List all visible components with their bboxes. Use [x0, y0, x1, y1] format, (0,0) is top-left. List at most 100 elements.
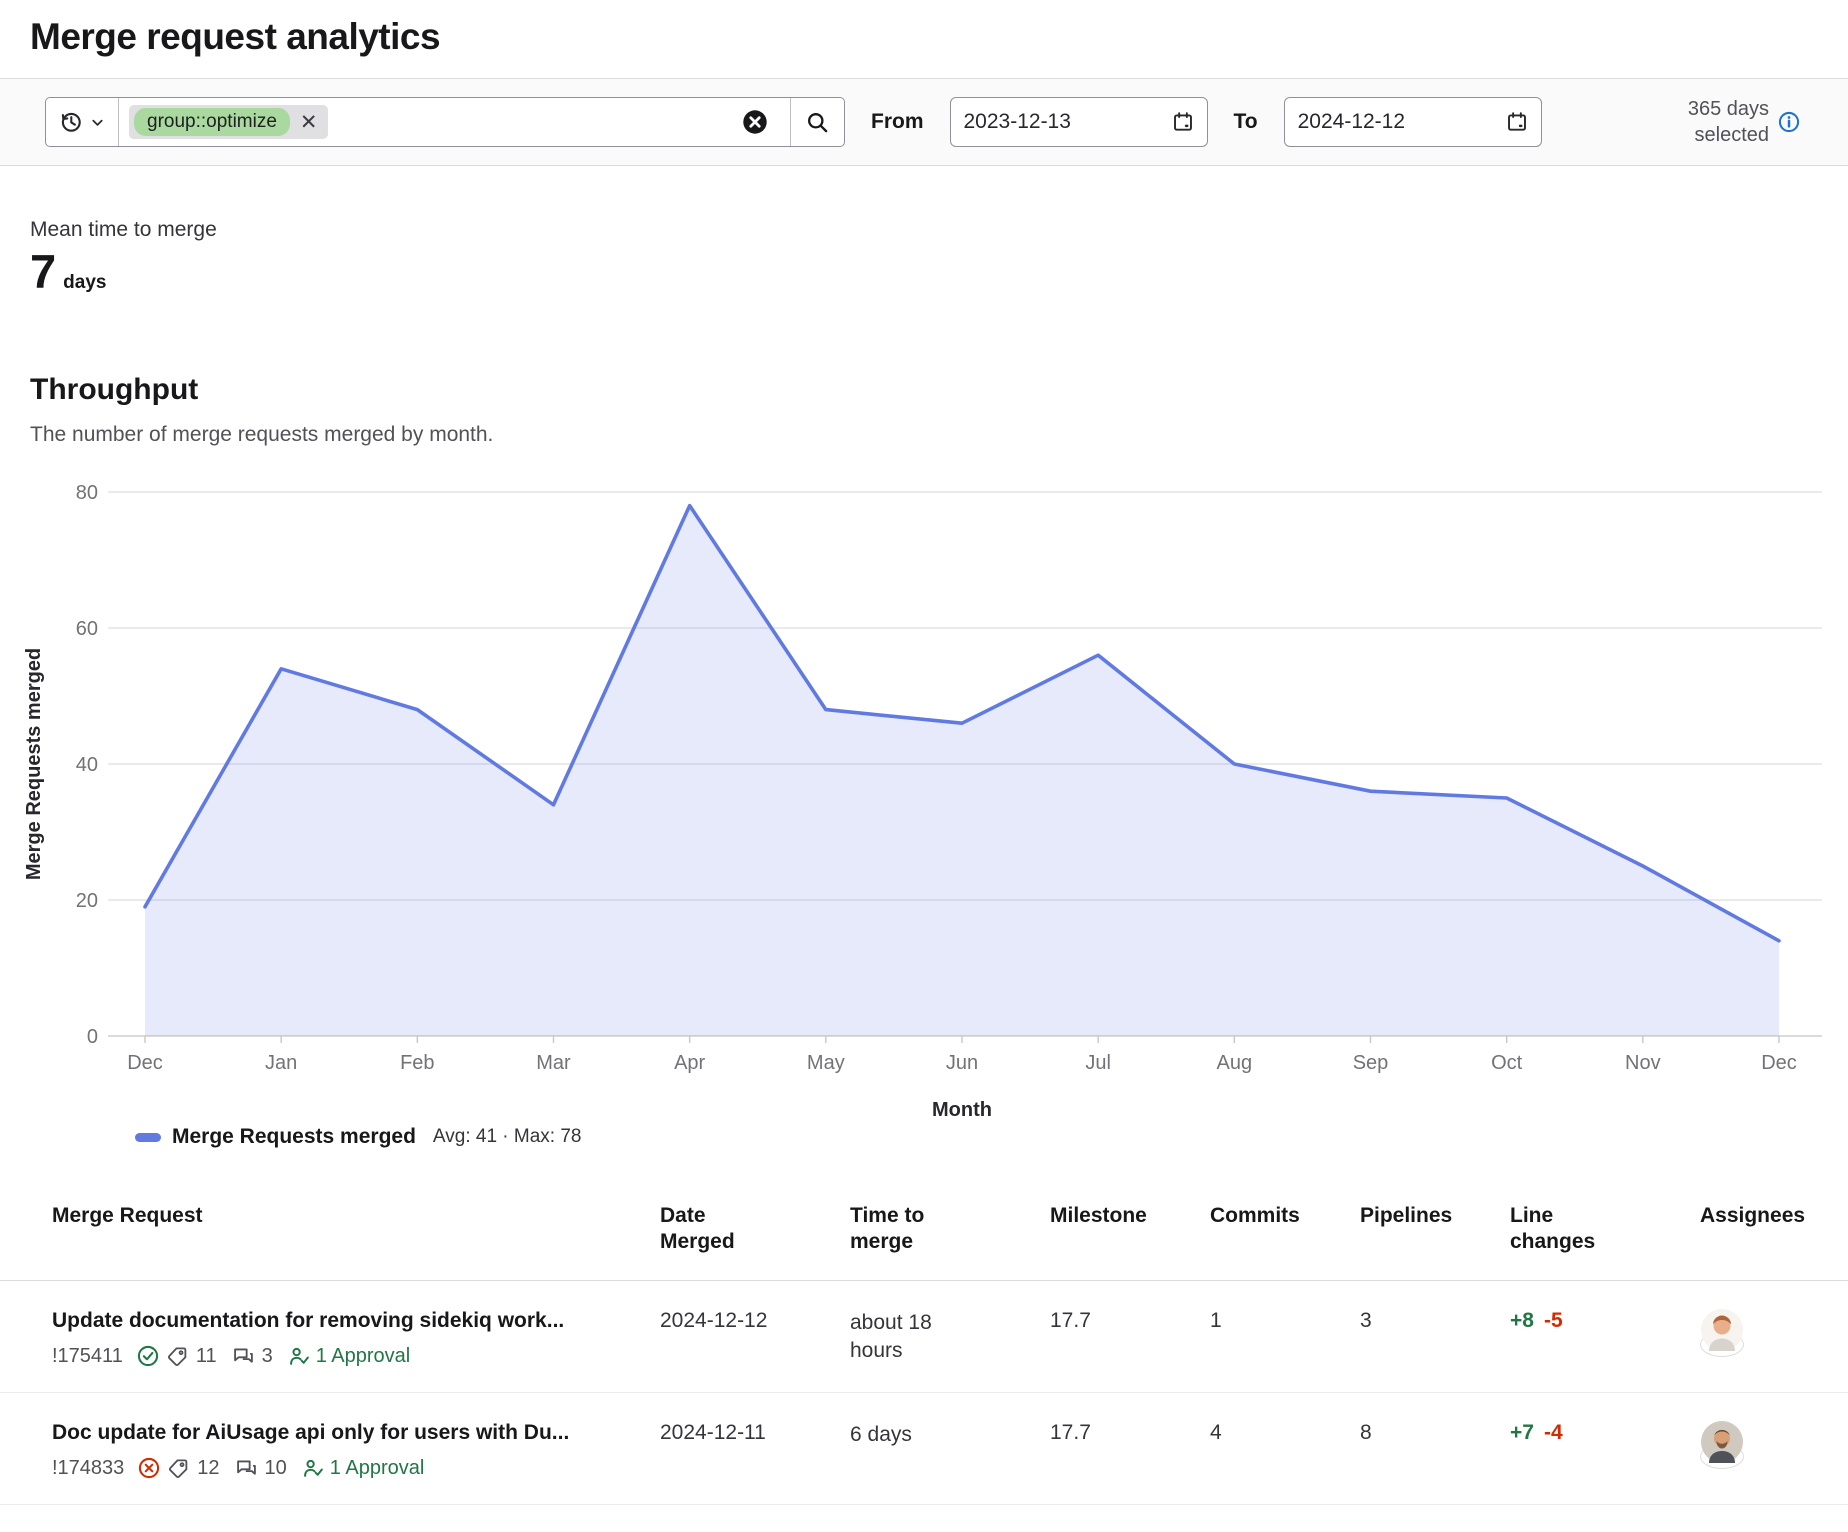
days-selected: 365 days selected	[1659, 96, 1800, 148]
x-tick-label: Oct	[1491, 1052, 1523, 1074]
mr-merged-icon	[137, 1345, 159, 1367]
table-header-row: Merge Request Date Merged Time to merge …	[0, 1189, 1848, 1281]
y-tick-label: 40	[76, 754, 98, 776]
x-tick-label: May	[807, 1052, 845, 1074]
remove-token-icon[interactable]: ✕	[300, 112, 318, 133]
filter-token[interactable]: group::optimize ✕	[129, 105, 328, 139]
labels-count: 12	[197, 1457, 219, 1480]
assignee-avatar[interactable]	[1700, 1332, 1744, 1357]
metric-label: Mean time to merge	[30, 218, 1848, 242]
cell-time-to-merge: about 18 hours	[850, 1309, 965, 1366]
clear-search-button[interactable]	[742, 109, 768, 135]
cell-milestone: 17.7	[1050, 1309, 1210, 1333]
throughput-chart: 806040200DecJanFebMarAprMayJunJulAugSepO…	[0, 461, 1848, 1121]
legend-stats: Avg: 41 · Max: 78	[433, 1126, 582, 1148]
search-icon	[806, 111, 829, 134]
mr-id[interactable]: !175411	[52, 1345, 123, 1368]
x-tick-label: Jan	[265, 1052, 297, 1074]
search-button[interactable]	[790, 98, 844, 146]
cell-date-merged: 2024-12-12	[660, 1309, 850, 1333]
x-tick-label: Jul	[1085, 1052, 1111, 1074]
legend-swatch	[135, 1133, 161, 1142]
additions: +8	[1510, 1309, 1534, 1333]
cell-line-changes: +7 -4	[1510, 1421, 1700, 1445]
x-tick-label: Dec	[127, 1052, 163, 1074]
from-label: From	[871, 110, 924, 134]
page-title: Merge request analytics	[30, 16, 1848, 58]
x-tick-label: Apr	[674, 1052, 705, 1074]
approvals[interactable]: 1 Approval	[289, 1345, 411, 1368]
filter-token-label: group::optimize	[134, 108, 290, 137]
merge-request-table: Merge Request Date Merged Time to merge …	[0, 1189, 1848, 1505]
x-tick-label: Aug	[1217, 1052, 1253, 1074]
throughput-subtitle: The number of merge requests merged by m…	[30, 423, 1848, 447]
history-icon	[59, 110, 83, 134]
mean-time-to-merge-metric: Mean time to merge 7 days	[30, 218, 1848, 299]
info-icon[interactable]	[1778, 111, 1800, 133]
days-selected-text: 365 days selected	[1659, 96, 1769, 148]
label-tag-icon	[167, 1346, 188, 1367]
to-date-value: 2024-12-12	[1298, 110, 1405, 134]
cell-commits: 1	[1210, 1309, 1360, 1333]
cell-date-merged: 2024-12-11	[660, 1421, 850, 1445]
from-date-value: 2023-12-13	[964, 110, 1071, 134]
mr-closed-icon	[138, 1457, 160, 1479]
calendar-icon	[1506, 111, 1528, 133]
label-tag-icon	[168, 1458, 189, 1479]
col-header-merge-request: Merge Request	[52, 1189, 452, 1253]
cell-pipelines: 3	[1360, 1309, 1510, 1333]
legend-series-name: Merge Requests merged	[172, 1125, 416, 1149]
x-tick-label: Nov	[1625, 1052, 1661, 1074]
chevron-down-icon	[90, 115, 105, 130]
filtered-search-box[interactable]: group::optimize ✕	[45, 97, 845, 147]
approval-icon	[303, 1458, 324, 1479]
chart-area-fill	[145, 506, 1779, 1036]
throughput-title: Throughput	[30, 373, 1848, 407]
x-tick-label: Dec	[1761, 1052, 1797, 1074]
y-tick-label: 0	[87, 1026, 98, 1048]
col-header-line-changes: Line changes	[1510, 1189, 1630, 1280]
metric-value: 7	[30, 244, 56, 299]
col-header-milestone: Milestone	[1050, 1189, 1170, 1253]
comments-icon	[233, 1346, 254, 1367]
mr-id[interactable]: !174833	[52, 1457, 124, 1480]
y-tick-label: 60	[76, 618, 98, 640]
comments-count: 3	[262, 1345, 273, 1368]
y-tick-label: 80	[76, 482, 98, 504]
mr-title-link[interactable]: Update documentation for removing sideki…	[52, 1309, 650, 1333]
comments-count: 10	[265, 1457, 287, 1480]
chart-legend[interactable]: Merge Requests merged Avg: 41 · Max: 78	[135, 1125, 1848, 1149]
col-header-pipelines: Pipelines	[1360, 1189, 1480, 1253]
x-tick-label: Jun	[946, 1052, 978, 1074]
labels-count: 11	[196, 1345, 217, 1368]
table-row: Update documentation for removing sideki…	[0, 1281, 1848, 1393]
cell-line-changes: +8 -5	[1510, 1309, 1700, 1333]
search-history-button[interactable]	[46, 98, 119, 146]
x-axis-title: Month	[932, 1099, 992, 1121]
approval-icon	[289, 1346, 310, 1367]
calendar-icon	[1172, 111, 1194, 133]
deletions: -5	[1544, 1309, 1563, 1333]
deletions: -4	[1544, 1421, 1563, 1445]
cell-milestone: 17.7	[1050, 1421, 1210, 1445]
x-tick-label: Feb	[400, 1052, 434, 1074]
filter-bar: group::optimize ✕ From 2023-12-13	[0, 78, 1848, 166]
cell-pipelines: 8	[1360, 1421, 1510, 1445]
table-row: Doc update for AiUsage api only for user…	[0, 1393, 1848, 1505]
from-date-input[interactable]: 2023-12-13	[950, 97, 1208, 147]
approvals[interactable]: 1 Approval	[303, 1457, 425, 1480]
col-header-assignees: Assignees	[1700, 1189, 1820, 1253]
x-tick-label: Mar	[536, 1052, 571, 1074]
col-header-date-merged: Date Merged	[660, 1189, 780, 1280]
col-header-time-to-merge: Time to merge	[850, 1189, 970, 1280]
to-label: To	[1234, 110, 1258, 134]
metric-unit: days	[63, 272, 106, 294]
assignee-avatar[interactable]	[1700, 1444, 1744, 1469]
approvals-text: 1 Approval	[316, 1345, 411, 1368]
to-date-input[interactable]: 2024-12-12	[1284, 97, 1542, 147]
search-input[interactable]: group::optimize ✕	[119, 98, 790, 146]
mr-title-link[interactable]: Doc update for AiUsage api only for user…	[52, 1421, 650, 1445]
cell-commits: 4	[1210, 1421, 1360, 1445]
col-header-commits: Commits	[1210, 1189, 1330, 1253]
x-tick-label: Sep	[1353, 1052, 1389, 1074]
